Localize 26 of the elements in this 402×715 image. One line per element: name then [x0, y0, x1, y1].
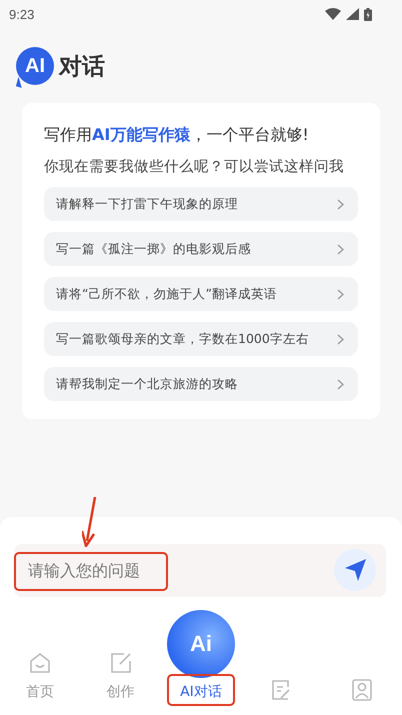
battery-icon [364, 8, 372, 20]
chevron-icon [337, 244, 344, 254]
profile-icon [350, 679, 373, 701]
suggestion-item[interactable]: 写一篇歌颂母亲的文章，字数在1000字左右 [44, 322, 358, 356]
suggestion-item[interactable]: 请帮我制定一个北京旅游的攻略 [44, 367, 358, 401]
page-title: 对话 [59, 52, 105, 82]
nav-tab[interactable]: AI对话 [180, 683, 222, 701]
chevron-icon [337, 334, 344, 344]
chevron-icon [337, 198, 344, 210]
edit-icon [110, 652, 132, 674]
arrow-icon [82, 497, 98, 547]
suggestion-item[interactable]: 请解释一下打雷下午现象的原理 [44, 187, 358, 221]
subtitle-text: 你现在需要我做些什么呢？可以尝试这样问我 [44, 158, 345, 176]
signal-icon [346, 8, 359, 20]
suggestion-item[interactable]: 写一篇《孤注一掷》的电影观后感 [44, 232, 358, 266]
suggestion-item[interactable]: 请将“己所不欲，勿施于人”翻译成英语 [44, 277, 358, 311]
document-icon [270, 679, 292, 701]
wifi-icon [325, 8, 341, 20]
send-icon [343, 558, 367, 582]
headline-text: 写作用AI万能写作猿，一个平台就够! [44, 125, 310, 146]
highlight-box [166, 674, 235, 706]
chevron-icon [337, 288, 344, 300]
logo-badge: AI [16, 47, 54, 85]
home-icon [29, 652, 52, 674]
chevron-icon [337, 378, 344, 390]
status-time: 9:23 [9, 6, 34, 22]
